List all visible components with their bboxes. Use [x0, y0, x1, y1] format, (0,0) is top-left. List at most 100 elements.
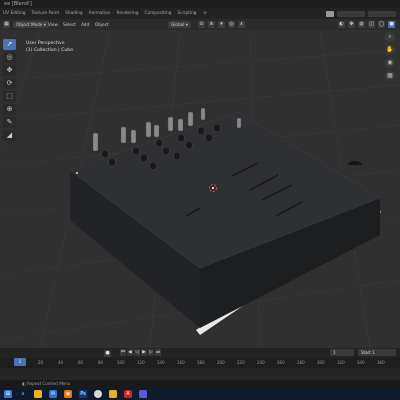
- mouse-icon: ◧: [22, 381, 26, 386]
- jump-start-icon[interactable]: ⏮: [120, 349, 126, 356]
- falloff-icon[interactable]: ∧: [238, 21, 245, 28]
- start-frame-field[interactable]: Start 1: [358, 349, 396, 356]
- os-taskbar: ⊞ ⌕ ✉ ◉ Ps A: [0, 388, 400, 400]
- start-label: Start: [361, 350, 371, 355]
- tab-uv-editing[interactable]: UV Editing: [0, 9, 28, 18]
- tick-label: 280: [297, 360, 305, 365]
- navigation-gizmo: ⌕ ✋ ◉ ▦: [385, 32, 395, 81]
- search-icon[interactable]: ⌕: [19, 390, 27, 398]
- mode-label: Object Mode: [16, 22, 43, 27]
- rotate-icon[interactable]: ⟳: [3, 78, 16, 89]
- tab-texture-paint[interactable]: Texture Paint: [28, 9, 62, 18]
- xray-icon[interactable]: ◫: [368, 21, 375, 28]
- playhead[interactable]: 1: [14, 358, 26, 366]
- annotate-icon[interactable]: ✎: [3, 117, 16, 128]
- tick-label: 240: [257, 360, 265, 365]
- file-explorer-icon[interactable]: [34, 390, 42, 398]
- timeline-ruler[interactable]: 20 40 60 80 100 120 140 160 180 200 220 …: [0, 358, 400, 368]
- editor-type-icon[interactable]: ▦: [3, 21, 10, 28]
- tab-shading[interactable]: Shading: [62, 9, 85, 18]
- windows-icon[interactable]: ⊞: [4, 390, 12, 398]
- overlay-icon[interactable]: ◍: [358, 21, 365, 28]
- tab-scripting[interactable]: Scripting: [174, 9, 199, 18]
- orientation-label: Global: [171, 22, 185, 27]
- tick-label: 260: [277, 360, 285, 365]
- orientation-dropdown[interactable]: Global ▾: [168, 21, 191, 28]
- status-bar: ◧ Repeat Context Menu: [0, 380, 400, 388]
- playback-controls: ⏮ ◀ ◁ ▶ ▷ ⏭: [120, 349, 161, 356]
- tick-label: 20: [38, 360, 44, 365]
- next-keyframe-icon[interactable]: ▷: [148, 349, 154, 356]
- menu-view[interactable]: View: [48, 21, 58, 28]
- perspective-toggle-icon[interactable]: ▦: [385, 71, 395, 81]
- measure-icon[interactable]: ◢: [3, 130, 16, 141]
- play-icon[interactable]: ▶: [141, 349, 147, 356]
- workspace-right-controls: [326, 10, 396, 17]
- pan-icon[interactable]: ✋: [385, 45, 395, 55]
- add-workspace-button[interactable]: +: [200, 9, 211, 18]
- jump-end-icon[interactable]: ⏭: [155, 349, 161, 356]
- status-text: Repeat Context Menu: [27, 381, 71, 386]
- snap-icon[interactable]: ⋔: [208, 21, 215, 28]
- app-icon[interactable]: [139, 390, 147, 398]
- mode-dropdown[interactable]: Object Mode ▾: [13, 21, 49, 28]
- tick-label: 80: [98, 360, 104, 365]
- current-frame-field[interactable]: 1: [330, 349, 354, 356]
- start-value: 1: [372, 350, 375, 355]
- scale-icon[interactable]: ⬚: [3, 91, 16, 102]
- menu-add[interactable]: Add: [81, 21, 89, 28]
- origin-point: [76, 172, 78, 174]
- tick-label: 360: [377, 360, 385, 365]
- menu-object[interactable]: Object: [95, 21, 109, 28]
- tick-label: 40: [58, 360, 64, 365]
- camera-view-icon[interactable]: ◉: [385, 58, 395, 68]
- timeline-area[interactable]: [0, 368, 400, 380]
- tick-label: 200: [217, 360, 225, 365]
- photoshop-icon[interactable]: Ps: [79, 390, 87, 398]
- blender-icon[interactable]: ◉: [64, 390, 72, 398]
- move-icon[interactable]: ✥: [3, 65, 16, 76]
- view-name: User Perspective: [26, 41, 65, 46]
- timeline-header: ⏮ ◀ ◁ ▶ ▷ ⏭ ● 1 Start 1: [0, 348, 400, 358]
- tick-label: 100: [117, 360, 125, 365]
- tick-label: 340: [357, 360, 365, 365]
- tool-shelf: ➚ ◎ ✥ ⟳ ⬚ ⊕ ✎ ◢: [3, 39, 16, 141]
- transform-icon[interactable]: ⊕: [3, 104, 16, 115]
- snap-target-icon[interactable]: ▾: [218, 21, 225, 28]
- solid-shading-icon[interactable]: ●: [388, 21, 395, 28]
- tick-label: 300: [317, 360, 325, 365]
- tick-label: 160: [177, 360, 185, 365]
- scene-field[interactable]: [337, 10, 365, 17]
- tick-label: 220: [237, 360, 245, 365]
- title-bar: ee [Blend!]: [0, 0, 400, 8]
- prev-keyframe-icon[interactable]: ◀: [127, 349, 133, 356]
- mail-icon[interactable]: ✉: [49, 390, 57, 398]
- record-icon[interactable]: ●: [104, 349, 111, 357]
- zoom-icon[interactable]: ⌕: [385, 32, 395, 42]
- wireframe-shading-icon[interactable]: ◯: [378, 21, 385, 28]
- tab-compositing[interactable]: Compositing: [141, 9, 174, 18]
- cursor-icon[interactable]: ◎: [3, 52, 16, 63]
- visibility-icon[interactable]: ◐: [338, 21, 345, 28]
- window-title: ee [Blend!]: [4, 1, 32, 7]
- tick-label: 140: [157, 360, 165, 365]
- play-reverse-icon[interactable]: ◁: [134, 349, 140, 356]
- pivot-icon[interactable]: ⊙: [198, 21, 205, 28]
- viewport-canvas[interactable]: [0, 30, 400, 348]
- view-layer-field[interactable]: [368, 10, 396, 17]
- workspace-tabs: UV Editing Texture Paint Shading Animati…: [0, 8, 400, 19]
- folder-icon[interactable]: [109, 390, 117, 398]
- collection-info: (1) Collection | Cube: [26, 48, 74, 53]
- tick-label: 60: [78, 360, 84, 365]
- chrome-icon[interactable]: [94, 390, 102, 398]
- scene-selector[interactable]: [326, 10, 334, 17]
- select-box-icon[interactable]: ➚: [3, 39, 16, 50]
- acrobat-icon[interactable]: A: [124, 390, 132, 398]
- tick-label: 120: [137, 360, 145, 365]
- proportional-edit-icon[interactable]: ◎: [228, 21, 235, 28]
- menu-select[interactable]: Select: [63, 21, 76, 28]
- tab-animation[interactable]: Animation: [86, 9, 114, 18]
- tick-label: 320: [337, 360, 345, 365]
- gizmo-toggle-icon[interactable]: ✥: [348, 21, 355, 28]
- tab-rendering[interactable]: Rendering: [114, 9, 142, 18]
